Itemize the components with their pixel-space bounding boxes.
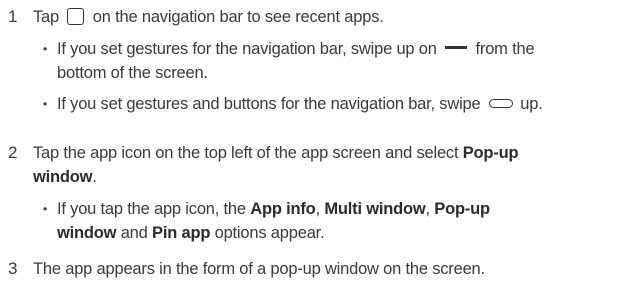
bullet-text-continued: window and Pin app options appear.: [57, 222, 325, 244]
recent-apps-square-icon: [67, 7, 85, 25]
text-run: If you set gestures for the navigation b…: [57, 40, 437, 58]
bold-term: App info: [250, 200, 316, 218]
home-pill-icon: [488, 98, 513, 108]
step-text: Tap on the navigation bar to see recent …: [33, 6, 384, 28]
bullet-text: If you tap the app icon, the App info, M…: [57, 198, 490, 220]
step-text-continued: window.: [33, 166, 97, 188]
step-number: 2: [8, 143, 18, 162]
bold-term: Pin app: [152, 224, 211, 242]
text-run: If you set gestures and buttons for the …: [57, 95, 481, 113]
text-run: ,: [315, 200, 321, 218]
step-number: 3: [8, 259, 18, 278]
text-run: .: [92, 168, 97, 186]
text-run: and: [120, 224, 148, 242]
text-run: options appear.: [214, 224, 325, 242]
bullet-marker: •: [43, 97, 48, 111]
bullet-text: If you set gestures for the navigation b…: [57, 38, 535, 60]
bold-term: window: [57, 224, 117, 242]
text-run: Tap the app icon on the top left of the …: [33, 144, 459, 162]
text-run: If you tap the app icon, the: [57, 200, 246, 218]
step-text: The app appears in the form of a pop-up …: [33, 260, 485, 278]
home-bar-icon: [445, 46, 468, 50]
step-text: Tap the app icon on the top left of the …: [33, 142, 519, 164]
text-run: ,: [425, 200, 431, 218]
bold-term: Multi window: [324, 200, 426, 218]
text-run: on the navigation bar to see recent apps…: [92, 8, 384, 26]
bold-term: window: [33, 168, 93, 186]
bullet-text-continued: bottom of the screen.: [57, 64, 208, 82]
bullet-marker: •: [43, 42, 48, 56]
bullet-text: If you set gestures and buttons for the …: [57, 93, 543, 115]
step-number: 1: [8, 7, 18, 26]
text-run: from the: [475, 40, 535, 58]
bold-term: Pop-up: [462, 144, 519, 162]
bullet-marker: •: [43, 202, 48, 216]
instruction-page: 1 Tap on the navigation bar to see recen…: [0, 0, 637, 291]
text-run: up.: [520, 95, 543, 113]
bold-term: Pop-up: [434, 200, 490, 218]
text-run: Tap: [33, 8, 60, 26]
